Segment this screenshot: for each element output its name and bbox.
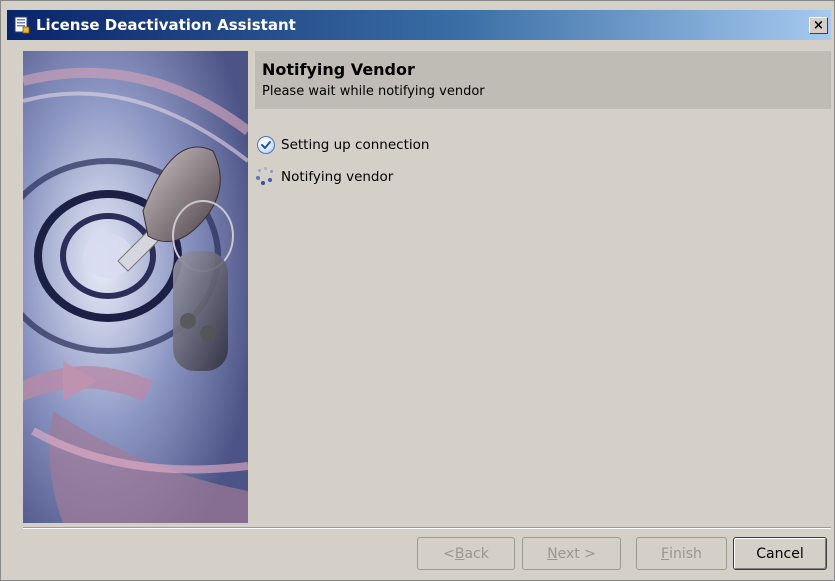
app-icon xyxy=(13,16,31,34)
close-button[interactable]: × xyxy=(809,17,828,34)
finish-button[interactable]: Finish xyxy=(636,537,727,570)
window-title: License Deactivation Assistant xyxy=(36,16,296,34)
page-subtitle: Please wait while notifying vendor xyxy=(262,84,485,99)
button-separator xyxy=(23,527,831,529)
next-mnemonic: N xyxy=(547,545,558,562)
back-button[interactable]: < Back xyxy=(417,537,515,570)
page-title: Notifying Vendor xyxy=(262,60,415,79)
back-label: ack xyxy=(464,545,489,562)
check-circle-icon xyxy=(257,136,275,154)
wizard-side-image xyxy=(23,51,248,523)
step-label: Notifying vendor xyxy=(281,169,394,185)
step-label: Setting up connection xyxy=(281,137,430,153)
license-deactivation-dialog: License Deactivation Assistant × Notifyi… xyxy=(0,0,835,581)
finish-mnemonic: F xyxy=(661,545,670,562)
spinner-icon xyxy=(255,166,277,188)
step-setting-up-connection: Setting up connection xyxy=(257,135,429,155)
next-label: ext > xyxy=(557,545,596,562)
cancel-button[interactable]: Cancel xyxy=(733,537,827,570)
finish-label: inish xyxy=(669,545,702,562)
back-mnemonic: B xyxy=(454,545,465,562)
title-bar[interactable]: License Deactivation Assistant × xyxy=(7,10,831,40)
wizard-header: Notifying Vendor Please wait while notif… xyxy=(255,51,831,109)
next-button[interactable]: Next > xyxy=(522,537,621,570)
cancel-label: Cancel xyxy=(756,545,804,562)
close-icon: × xyxy=(813,18,824,33)
back-prefix: < xyxy=(443,545,455,562)
step-notifying-vendor: Notifying vendor xyxy=(255,166,394,188)
